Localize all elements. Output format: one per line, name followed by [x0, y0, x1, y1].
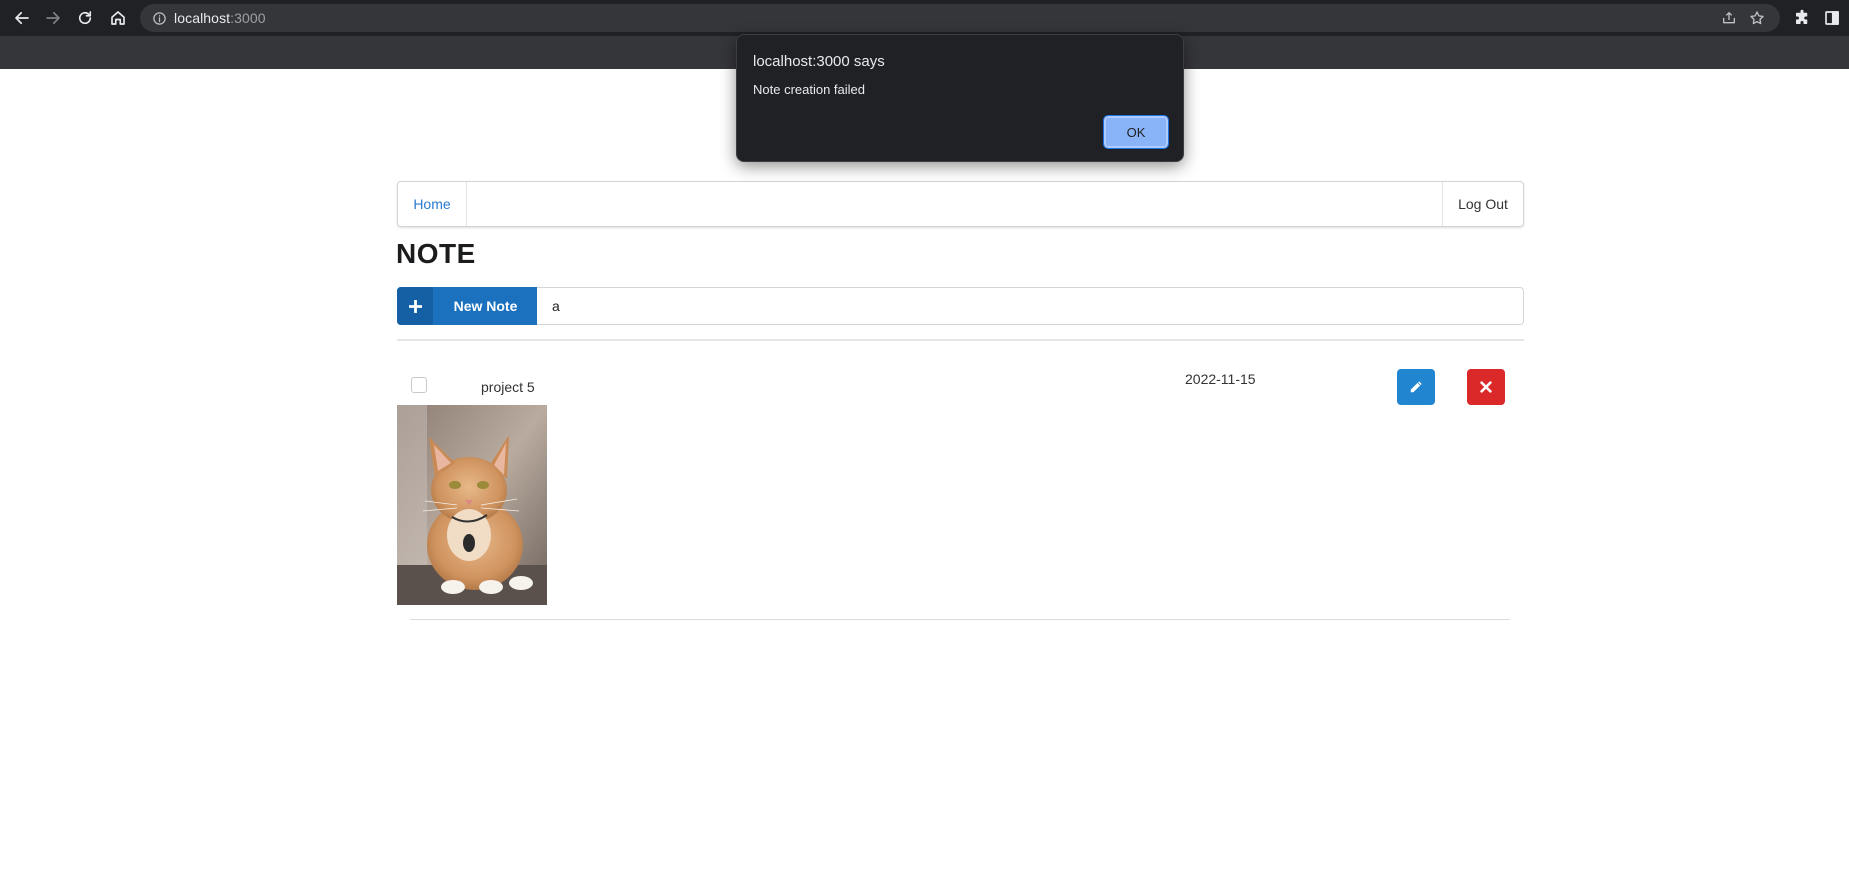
nav-logout-link[interactable]: Log Out	[1442, 182, 1523, 226]
top-menu: Home Log Out	[397, 181, 1524, 227]
pencil-icon	[1410, 381, 1422, 393]
page-title: NOTE	[396, 238, 476, 269]
note-image-cat	[397, 405, 547, 605]
note-date: 2022-11-15	[1185, 371, 1256, 387]
note-title-input[interactable]	[537, 287, 1524, 325]
alert-dialog: localhost:3000 says Note creation failed…	[736, 34, 1184, 162]
forward-arrow-icon[interactable]	[41, 6, 65, 30]
close-icon	[1480, 381, 1492, 393]
edit-note-button[interactable]	[1397, 369, 1435, 405]
info-icon[interactable]	[150, 9, 168, 27]
dialog-message: Note creation failed	[753, 82, 866, 97]
divider	[397, 339, 1524, 341]
browser-toolbar: localhost:3000	[0, 0, 1849, 36]
note-select-checkbox[interactable]	[411, 377, 427, 393]
dialog-title: localhost:3000 says	[753, 53, 885, 70]
share-icon[interactable]	[1720, 9, 1738, 27]
star-icon[interactable]	[1748, 9, 1766, 27]
sidepanel-icon[interactable]	[1820, 6, 1844, 30]
url-text: localhost:3000	[174, 10, 266, 26]
extensions-icon[interactable]	[1790, 6, 1814, 30]
plus-icon	[397, 287, 433, 325]
nav-home-link[interactable]: Home	[398, 182, 467, 226]
note-title: project 5	[481, 379, 535, 395]
new-note-button[interactable]: New Note	[397, 287, 538, 325]
url-host: localhost	[174, 10, 231, 26]
address-bar[interactable]: localhost:3000	[140, 4, 1780, 32]
url-port: :3000	[230, 10, 266, 26]
reload-icon[interactable]	[73, 6, 97, 30]
divider	[410, 619, 1510, 620]
dialog-ok-button[interactable]: OK	[1103, 115, 1169, 149]
new-note-button-label: New Note	[453, 298, 518, 314]
home-icon[interactable]	[106, 6, 130, 30]
delete-note-button[interactable]	[1467, 369, 1505, 405]
back-arrow-icon[interactable]	[10, 6, 34, 30]
